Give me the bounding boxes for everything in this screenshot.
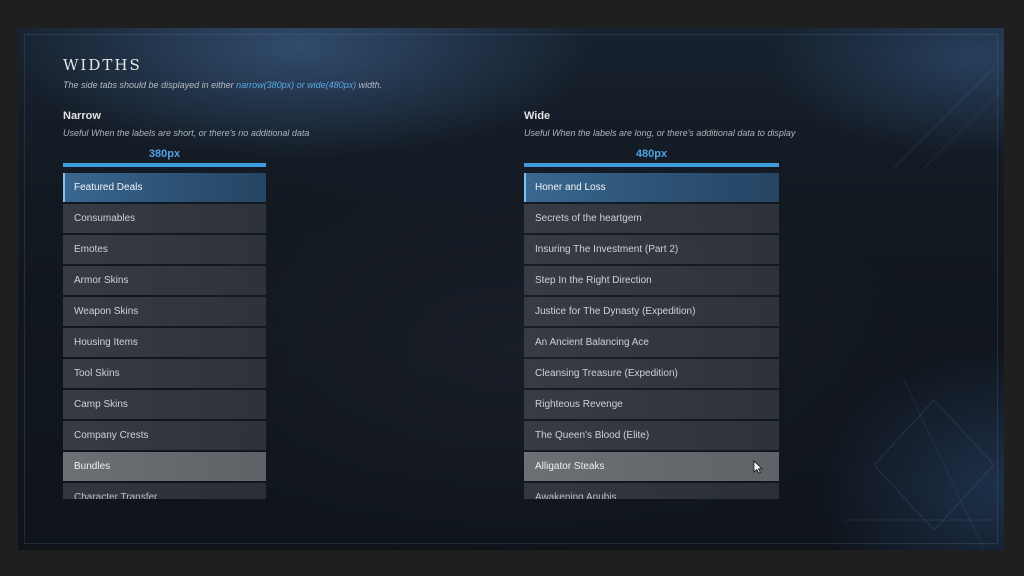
narrow-tab-item[interactable]: Company Crests <box>63 421 266 450</box>
narrow-tab-item[interactable]: Housing Items <box>63 328 266 357</box>
narrow-tab-item[interactable]: Character Transfer <box>63 483 266 499</box>
wide-width-label: 480px <box>635 148 668 160</box>
tab-label: Awakening Anubis <box>535 492 617 499</box>
wide-tab-list: Honer and Loss Secrets of the heartgem Ins… <box>524 173 779 499</box>
narrow-tab-item[interactable]: Featured Deals <box>63 173 266 202</box>
wide-tab-item[interactable]: Step In the Right Direction <box>524 266 779 295</box>
wide-tab-item[interactable]: The Queen's Blood (Elite) <box>524 421 779 450</box>
tab-label: Honer and Loss <box>535 182 606 193</box>
subtitle-highlight: narrow(380px) or wide(480px) <box>236 80 357 90</box>
wide-tab-item[interactable]: An Ancient Balancing Ace <box>524 328 779 357</box>
tab-label: Alligator Steaks <box>535 461 605 472</box>
wide-tab-item[interactable]: Righteous Revenge <box>524 390 779 419</box>
page-subtitle: The side tabs should be displayed in eit… <box>63 80 382 90</box>
wide-heading: Wide <box>524 110 551 122</box>
tab-label: Tool Skins <box>74 368 120 379</box>
tab-label: Consumables <box>74 213 136 224</box>
tab-label: Insuring The Investment (Part 2) <box>535 244 679 255</box>
decorative-diamond-bottom-right <box>844 380 995 550</box>
tab-label: Camp Skins <box>74 399 128 410</box>
narrow-width-bar <box>63 163 266 167</box>
tab-label: Character Transfer <box>74 492 158 499</box>
tab-label: Justice for The Dynasty (Expedition) <box>535 306 696 317</box>
tab-label: Cleansing Treasure (Expedition) <box>535 368 678 379</box>
narrow-tab-item[interactable]: Emotes <box>63 235 266 264</box>
wide-tab-item[interactable]: Cleansing Treasure (Expedition) <box>524 359 779 388</box>
tab-label: The Queen's Blood (Elite) <box>535 430 650 441</box>
widths-panel: WIDTHS The side tabs should be displayed… <box>18 28 1004 550</box>
tab-label: An Ancient Balancing Ace <box>535 337 649 348</box>
wide-column: Wide Useful When the labels are long, or… <box>524 110 944 499</box>
wide-tab-item[interactable]: Justice for The Dynasty (Expedition) <box>524 297 779 326</box>
subtitle-post: width. <box>356 80 383 90</box>
wide-width-bar <box>524 163 779 167</box>
narrow-column: Narrow Useful When the labels are short,… <box>63 110 483 499</box>
narrow-heading: Narrow <box>63 110 101 122</box>
narrow-width-label: 380px <box>148 148 181 160</box>
tab-label: Armor Skins <box>74 275 129 286</box>
wide-tab-item[interactable]: Awakening Anubis <box>524 483 779 499</box>
subtitle-pre: The side tabs should be displayed in eit… <box>63 80 237 90</box>
tab-label: Righteous Revenge <box>535 399 623 410</box>
narrow-tab-item[interactable]: Camp Skins <box>63 390 266 419</box>
narrow-description: Useful When the labels are short, or the… <box>63 128 310 138</box>
tab-label: Emotes <box>74 244 108 255</box>
narrow-tab-item[interactable]: Armor Skins <box>63 266 266 295</box>
narrow-tab-list: Featured Deals Consumables Emotes Armor Ski… <box>63 173 266 499</box>
narrow-tab-item[interactable]: Weapon Skins <box>63 297 266 326</box>
tab-label: Housing Items <box>74 337 138 348</box>
wide-tab-item[interactable]: Honer and Loss <box>524 173 779 202</box>
tab-label: Company Crests <box>74 430 149 441</box>
narrow-tab-item[interactable]: Bundles <box>63 452 266 481</box>
tab-label: Featured Deals <box>74 182 143 193</box>
page-title: WIDTHS <box>63 56 142 74</box>
wide-tab-item[interactable]: Secrets of the heartgem <box>524 204 779 233</box>
narrow-tab-item[interactable]: Consumables <box>63 204 266 233</box>
mouse-pointer-icon <box>753 460 763 474</box>
tab-label: Weapon Skins <box>74 306 139 317</box>
wide-tab-item[interactable]: Insuring The Investment (Part 2) <box>524 235 779 264</box>
tab-label: Secrets of the heartgem <box>535 213 642 224</box>
tab-label: Bundles <box>74 461 111 472</box>
narrow-tab-item[interactable]: Tool Skins <box>63 359 266 388</box>
wide-description: Useful When the labels are long, or ther… <box>524 128 796 138</box>
tab-label: Step In the Right Direction <box>535 275 652 286</box>
wide-tab-item[interactable]: Alligator Steaks <box>524 452 779 481</box>
